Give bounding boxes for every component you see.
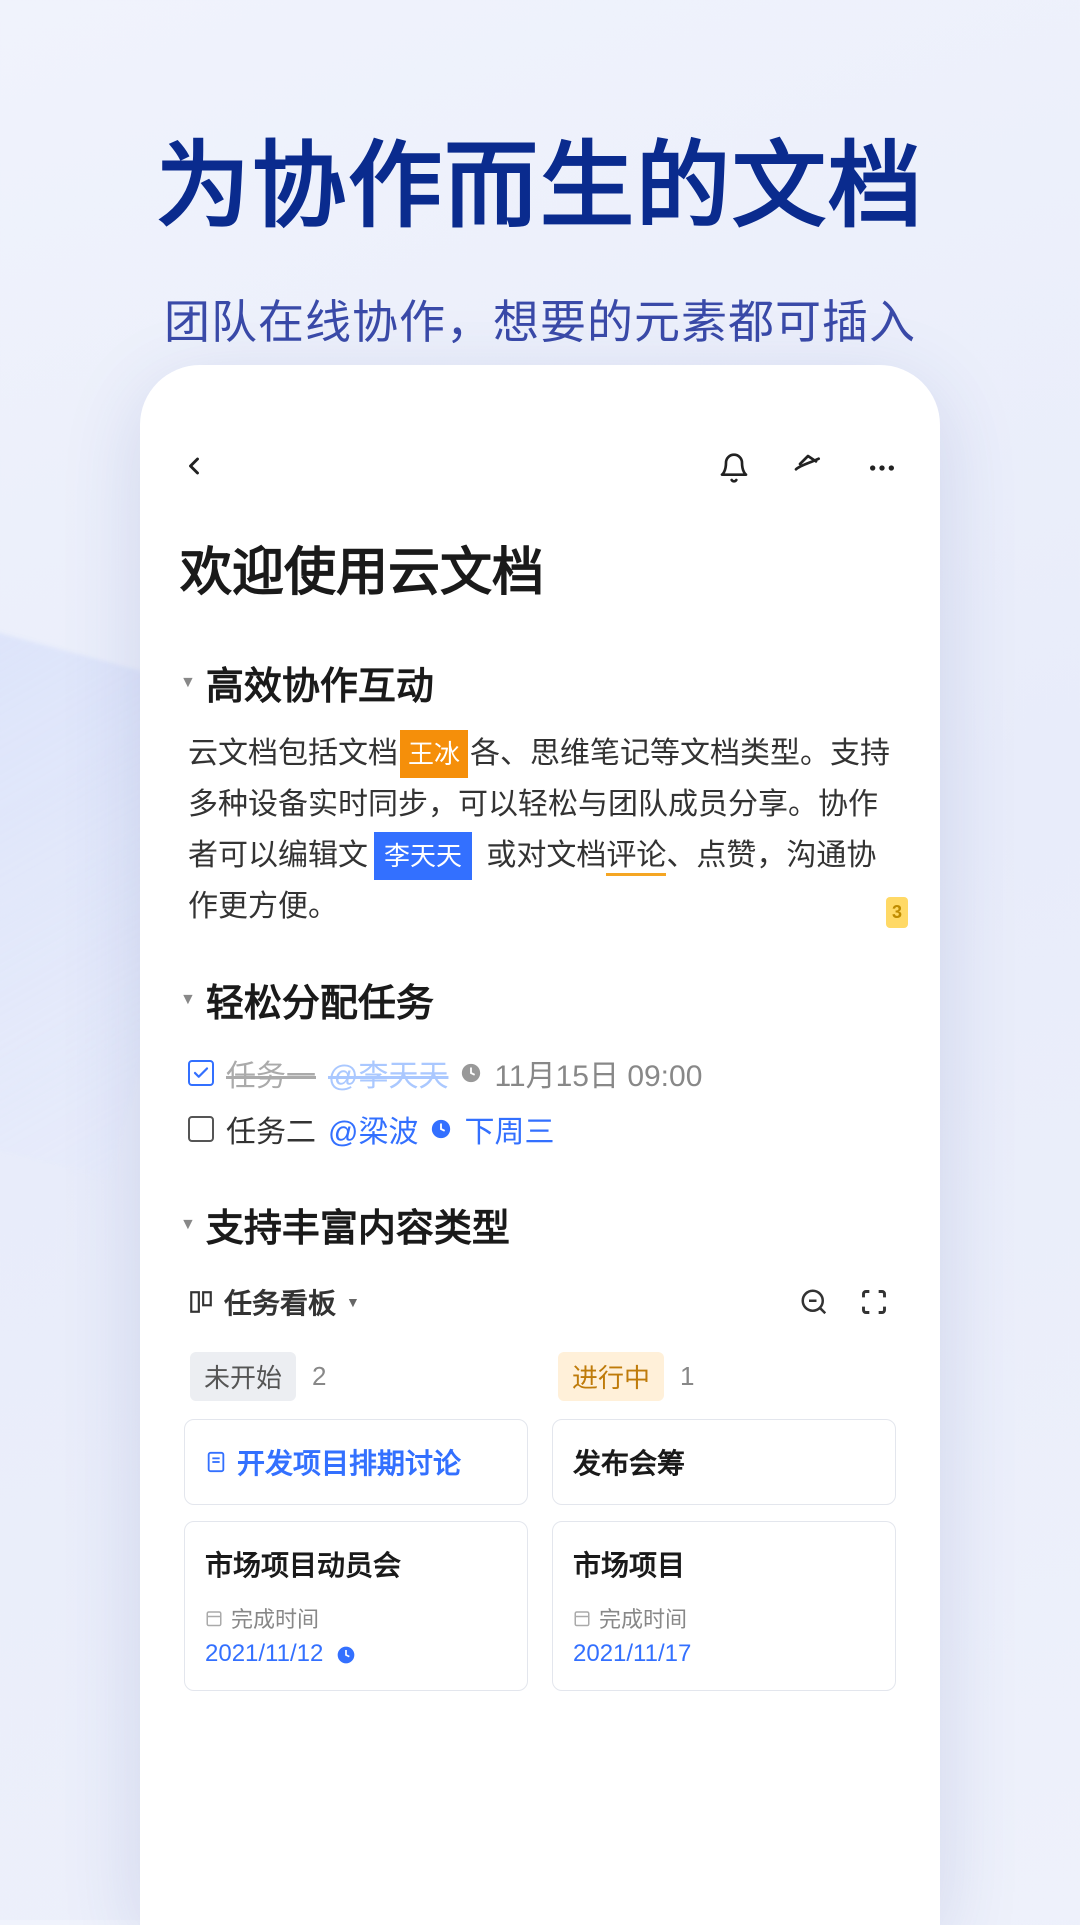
clock-icon — [336, 1645, 356, 1665]
kanban-card[interactable]: 市场项目动员会 完成时间 2021/11/12 — [184, 1521, 528, 1691]
kanban-card[interactable]: 发布会筹 — [552, 1419, 896, 1505]
checkbox-checked[interactable] — [188, 1060, 214, 1086]
clock-icon — [430, 1118, 452, 1140]
caret-icon[interactable]: ▼ — [180, 991, 196, 1009]
column-tag[interactable]: 进行中 — [558, 1352, 664, 1401]
kanban-column-notstarted: 未开始 2 开发项目排期讨论 市场项目动员会 — [184, 1352, 528, 1707]
section-content-types: ▼ 支持丰富内容类型 任务看板 ▼ — [180, 1197, 900, 1707]
more-icon[interactable] — [864, 450, 900, 486]
task-row[interactable]: 任务二 @梁波 下周三 — [180, 1101, 900, 1157]
kanban-board: 未开始 2 开发项目排期讨论 市场项目动员会 — [180, 1352, 900, 1707]
doc-title: 欢迎使用云文档 — [180, 530, 900, 605]
card-meta-label: 完成时间 — [599, 1602, 687, 1634]
task-name: 任务二 — [226, 1107, 316, 1151]
card-title-text: 发布会筹 — [573, 1442, 685, 1482]
section-tasks: ▼ 轻松分配任务 任务一 @李天天 11月15日 09:00 任务二 @梁波 — [180, 972, 900, 1157]
task-date: 下周三 — [464, 1107, 554, 1151]
text-segment: 或对文档 — [478, 839, 606, 872]
user-tag-orange[interactable]: 王冰 — [400, 730, 468, 778]
task-date: 11月15日 09:00 — [494, 1051, 702, 1095]
share-icon[interactable] — [790, 450, 826, 486]
comment-count-badge[interactable]: 3 — [886, 897, 908, 928]
calendar-icon — [205, 1609, 223, 1627]
kanban-title-dropdown[interactable]: 任务看板 ▼ — [188, 1282, 360, 1322]
task-row[interactable]: 任务一 @李天天 11月15日 09:00 — [180, 1045, 900, 1101]
body-paragraph: 云文档包括文档王冰各、思维笔记等文档类型。支持多种设备实时同步，可以轻松与团队成… — [180, 728, 900, 932]
promo-title: 为协作而生的文档 — [0, 110, 1080, 246]
fullscreen-icon[interactable] — [856, 1284, 892, 1320]
back-button[interactable] — [180, 445, 208, 490]
section-title: 轻松分配任务 — [206, 972, 434, 1027]
doc-icon — [205, 1451, 227, 1473]
card-date: 2021/11/12 — [205, 1640, 507, 1668]
user-tag-blue[interactable]: 李天天 — [374, 832, 472, 880]
text-segment: 云文档包括文档 — [188, 737, 398, 770]
column-tag[interactable]: 未开始 — [190, 1352, 296, 1401]
task-name: 任务一 — [226, 1051, 316, 1095]
caret-icon[interactable]: ▼ — [180, 674, 196, 692]
task-mention[interactable]: @李天天 — [328, 1051, 448, 1095]
clock-icon — [460, 1062, 482, 1084]
card-meta-label: 完成时间 — [231, 1602, 319, 1634]
promo-subtitle: 团队在线协作，想要的元素都可插入 — [0, 286, 1080, 352]
column-count: 2 — [312, 1361, 326, 1392]
card-title-text: 市场项目 — [573, 1544, 685, 1584]
kanban-card[interactable]: 市场项目 完成时间 2021/11/17 — [552, 1521, 896, 1691]
kanban-column-inprogress: 进行中 1 发布会筹 市场项目 完成时间 — [552, 1352, 896, 1707]
kanban-label: 任务看板 — [224, 1282, 336, 1322]
comment-highlight[interactable]: 评论 — [606, 839, 666, 876]
section-title: 支持丰富内容类型 — [206, 1197, 510, 1252]
app-top-bar — [180, 425, 900, 530]
task-mention[interactable]: @梁波 — [328, 1107, 418, 1151]
section-title: 高效协作互动 — [206, 655, 434, 710]
column-count: 1 — [680, 1361, 694, 1392]
kanban-card[interactable]: 开发项目排期讨论 — [184, 1419, 528, 1505]
phone-mockup: 欢迎使用云文档 ▼ 高效协作互动 云文档包括文档王冰各、思维笔记等文档类型。支持… — [140, 365, 940, 1925]
card-title-text: 开发项目排期讨论 — [237, 1442, 461, 1482]
card-title-text: 市场项目动员会 — [205, 1544, 401, 1584]
calendar-icon — [573, 1609, 591, 1627]
caret-icon[interactable]: ▼ — [180, 1216, 196, 1234]
checkbox-unchecked[interactable] — [188, 1116, 214, 1142]
zoom-out-icon[interactable] — [796, 1284, 832, 1320]
card-date: 2021/11/17 — [573, 1640, 875, 1668]
section-collaboration: ▼ 高效协作互动 云文档包括文档王冰各、思维笔记等文档类型。支持多种设备实时同步… — [180, 655, 900, 932]
notification-icon[interactable] — [716, 450, 752, 486]
kanban-toolbar: 任务看板 ▼ — [180, 1272, 900, 1332]
